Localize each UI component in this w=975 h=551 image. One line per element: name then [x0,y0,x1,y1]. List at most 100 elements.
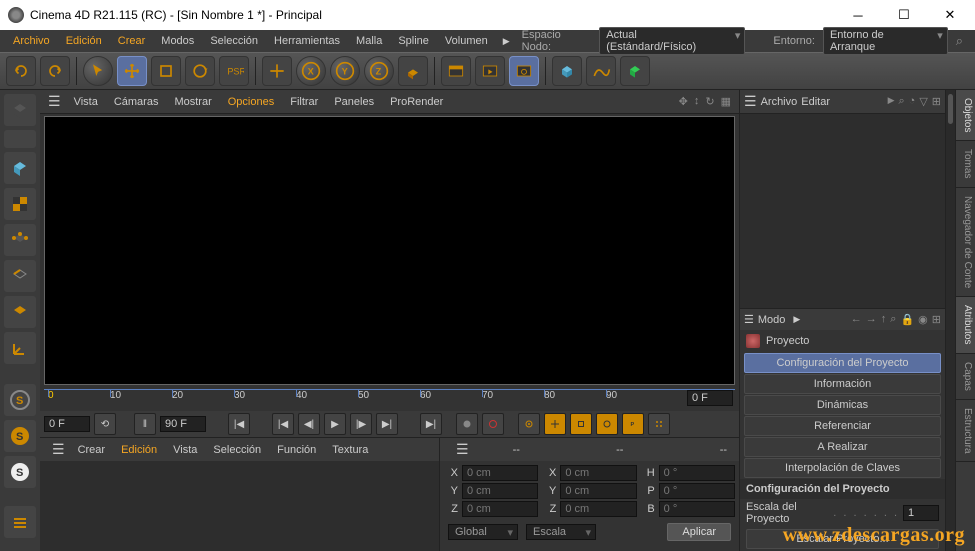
record-button[interactable] [456,413,478,435]
attr-nav-back-icon[interactable]: ← [851,313,862,326]
objects-menu-icon[interactable]: ☰ [744,93,757,110]
rot-h-input[interactable]: 0 ° [659,465,735,481]
attr-tab-info[interactable]: Información [744,374,941,394]
menu-volumen[interactable]: Volumen [438,30,495,52]
entorno-combo[interactable]: Entorno de Arranque [823,27,948,55]
menu-malla[interactable]: Malla [349,30,389,52]
objects-search-icon[interactable]: ⌕ [898,95,904,108]
side-tab-tomas[interactable]: Tomas [956,141,975,187]
goto-end-button[interactable]: ▶| [420,413,442,435]
coord-sys-button[interactable] [398,56,428,86]
menu-edicion[interactable]: Edición [59,30,109,52]
rot-b-input[interactable]: 0 ° [659,501,735,517]
add-cube-button[interactable] [552,56,582,86]
point-mode-button[interactable] [4,224,36,256]
next-frame-button[interactable]: |▶ [350,413,372,435]
menu-seleccion[interactable]: Selección [203,30,265,52]
mat-crear[interactable]: Crear [71,444,113,456]
viewport-layout-icon[interactable]: ▦ [721,95,731,108]
move-tool[interactable] [117,56,147,86]
coord-menu-icon[interactable]: ☰ [452,441,473,458]
snap-button[interactable]: S [4,384,36,416]
play-button[interactable]: ▶ [324,413,346,435]
move-local-tool[interactable] [262,56,292,86]
viewport-rotate-icon[interactable]: ↻ [705,95,714,108]
objects-tree[interactable] [740,114,945,308]
objects-archivo[interactable]: Archivo [761,96,798,108]
workplane-button[interactable]: S [4,420,36,452]
rot-p-input[interactable]: 0 ° [659,483,735,499]
viewport-menu-icon[interactable]: ☰ [44,93,65,110]
menu-spline[interactable]: Spline [391,30,436,52]
loop-toggle[interactable]: ⟲ [94,413,116,435]
add-spline-button[interactable] [586,56,616,86]
attr-scrollbar[interactable] [945,90,955,551]
goto-start-button[interactable]: |◀ [228,413,250,435]
material-area[interactable] [40,461,439,551]
model-mode-button[interactable] [4,94,36,126]
size-x-input[interactable]: 0 cm [560,465,636,481]
key-rot-button[interactable] [596,413,618,435]
poly-mode-button[interactable] [4,296,36,328]
next-key-button[interactable]: ▶| [376,413,398,435]
mat-textura[interactable]: Textura [325,444,375,456]
key-pla-button[interactable] [648,413,670,435]
menu-crear[interactable]: Crear [111,30,153,52]
prev-key-button[interactable]: |◀ [272,413,294,435]
axis-y-button[interactable]: Y [330,56,360,86]
attr-nav-fwd-icon[interactable]: → [866,313,877,326]
view-mostrar[interactable]: Mostrar [167,96,218,108]
view-opciones[interactable]: Opciones [221,96,281,108]
view-camaras[interactable]: Cámaras [107,96,166,108]
render-view-button[interactable] [441,56,471,86]
rotate-tool[interactable] [185,56,215,86]
attr-tab-referenciar[interactable]: Referenciar [744,416,941,436]
current-frame-input[interactable] [687,390,733,406]
key-pos-button[interactable] [544,413,566,435]
attr-search-icon[interactable]: ⌕ [890,313,896,326]
range-button[interactable]: ‖ [134,413,156,435]
add-generator-button[interactable] [620,56,650,86]
mat-vista[interactable]: Vista [166,444,204,456]
attr-lock-icon[interactable]: 🔒 [900,313,914,326]
menu-modos[interactable]: Modos [154,30,201,52]
autokey-button[interactable] [482,413,504,435]
side-tab-estructura[interactable]: Estructura [956,400,975,463]
attr-new-icon[interactable]: ⊞ [932,313,941,326]
side-tab-navegador[interactable]: Navegador de Conte [956,188,975,297]
key-scl-button[interactable] [570,413,592,435]
axis-x-button[interactable]: X [296,56,326,86]
objects-add-icon[interactable]: ⊞ [932,95,941,108]
attr-menu-icon[interactable]: ☰ [744,313,754,326]
view-vista[interactable]: Vista [67,96,105,108]
coord-scale-select[interactable]: Escala [526,524,596,540]
mat-edicion[interactable]: Edición [114,444,164,456]
coord-space-select[interactable]: Global [448,524,518,540]
espacio-nodo-combo[interactable]: Actual (Estándard/Físico) [599,27,745,55]
attr-nav-up-icon[interactable]: ↑ [881,313,887,326]
menu-herramientas[interactable]: Herramientas [267,30,347,52]
side-tab-objetos[interactable]: Objetos [956,90,975,141]
undo-button[interactable] [6,56,36,86]
side-tab-atributos[interactable]: Atributos [956,297,975,353]
attr-tab-config[interactable]: Configuración del Proyecto [744,353,941,373]
objects-view-icon[interactable]: ◔ [909,95,916,108]
psr-tool[interactable]: PSR [219,56,249,86]
attr-tab-arealizar[interactable]: A Realizar [744,437,941,457]
menu-archivo[interactable]: Archivo [6,30,57,52]
scale-tool[interactable] [151,56,181,86]
attr-tab-dinamicas[interactable]: Dinámicas [744,395,941,415]
objects-more-icon[interactable]: ▶ [888,95,895,108]
render-pv-button[interactable] [475,56,505,86]
start-frame-input[interactable] [44,416,90,432]
symmetry-button[interactable]: S [4,456,36,488]
attr-eye-icon[interactable]: ◉ [918,313,928,326]
prev-frame-button[interactable]: ◀| [298,413,320,435]
pos-z-input[interactable]: 0 cm [462,501,538,517]
close-button[interactable]: ✕ [927,0,973,30]
view-filtrar[interactable]: Filtrar [283,96,325,108]
texture-mode-button[interactable] [4,188,36,220]
object-mode-button[interactable] [4,152,36,184]
render-settings-button[interactable] [509,56,539,86]
search-icon[interactable]: ⌕ [950,33,969,49]
